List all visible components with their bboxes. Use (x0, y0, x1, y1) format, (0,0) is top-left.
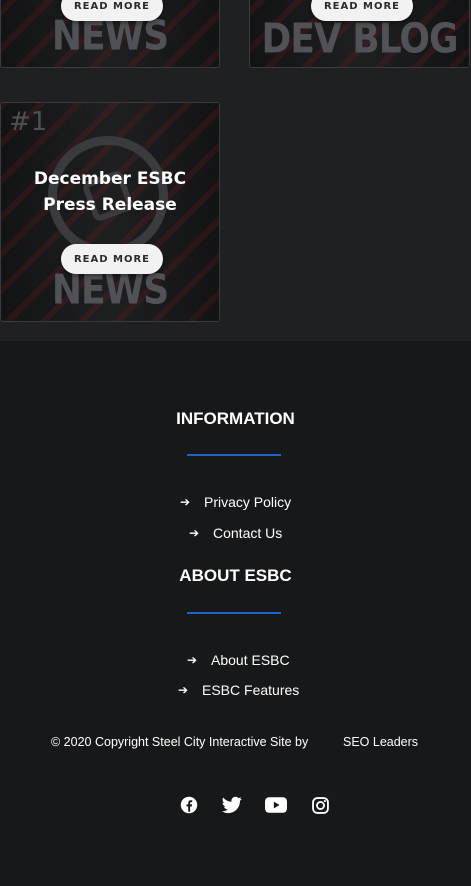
read-more-button[interactable]: READ MORE (61, 244, 163, 274)
post-card-dev-blog[interactable]: DEV BLOG READ MORE (249, 0, 470, 68)
twitter-icon[interactable] (221, 794, 243, 816)
post-card-news-update[interactable]: NEWS UPDATE READ MORE (0, 0, 220, 68)
link-label: Contact Us (213, 525, 283, 541)
arrow-right-icon: ➔ (178, 683, 189, 697)
esbc-features-link[interactable]: ➔ ESBC Features (178, 682, 299, 698)
about-heading: ABOUT ESBC (179, 566, 292, 585)
instagram-icon[interactable] (309, 794, 331, 816)
link-label: ESBC Features (202, 682, 300, 698)
youtube-icon[interactable] (265, 794, 287, 816)
link-label: Privacy Policy (204, 494, 292, 510)
card-title-line2: Press Release (43, 195, 177, 215)
post-card-december-press-release[interactable]: #1 NEWS UPDATE December ESBC Press Relea… (0, 102, 220, 322)
read-more-button[interactable]: READ MORE (311, 0, 413, 21)
privacy-policy-link[interactable]: ➔ Privacy Policy (180, 494, 291, 510)
information-heading: INFORMATION (176, 409, 295, 428)
arrow-right-icon: ➔ (180, 495, 191, 509)
card-title-line1: December ESBC (33, 169, 187, 189)
about-divider (187, 612, 281, 614)
arrow-right-icon: ➔ (187, 653, 198, 667)
card-title[interactable]: December ESBC Press Release (1, 166, 219, 218)
information-divider (187, 454, 281, 456)
card-watermark: NEWS UPDATE (33, 266, 188, 321)
seo-leaders-link[interactable]: SEO Leaders (343, 735, 418, 749)
link-label: About ESBC (211, 652, 290, 668)
card-watermark: DEV BLOG (261, 15, 458, 64)
read-more-button[interactable]: READ MORE (61, 0, 163, 21)
about-esbc-link[interactable]: ➔ About ESBC (187, 652, 290, 668)
facebook-icon[interactable] (178, 794, 200, 816)
card-number: #1 (9, 107, 48, 137)
copyright-text: © 2020 Copyright Steel City Interactive … (51, 735, 309, 749)
posts-section: NEWS UPDATE READ MORE DEV BLOG READ MORE… (0, 0, 471, 341)
contact-us-link[interactable]: ➔ Contact Us (189, 525, 282, 541)
arrow-right-icon: ➔ (189, 526, 200, 540)
